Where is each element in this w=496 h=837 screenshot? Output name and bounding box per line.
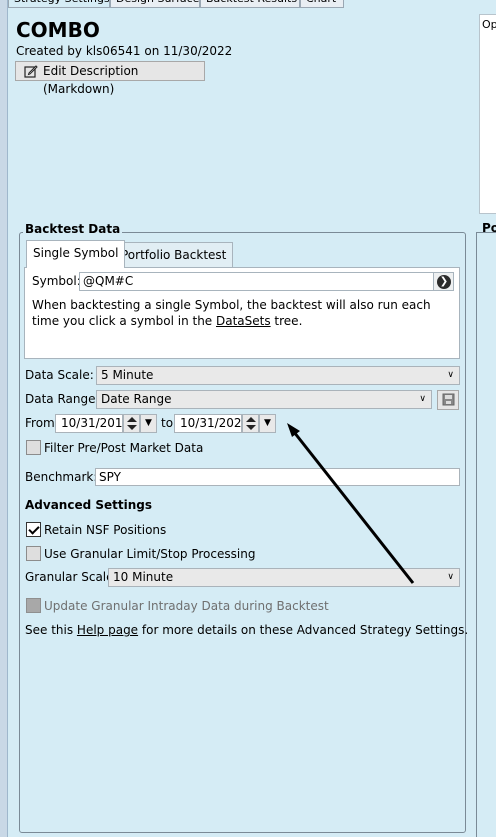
- edit-icon: [24, 65, 38, 78]
- symbol-label: Symbol:: [32, 274, 81, 288]
- description-text-end: tree.: [270, 314, 303, 328]
- edit-description-button[interactable]: Edit Description (Markdown): [15, 61, 205, 96]
- tab-portfolio-backtest[interactable]: Portfolio Backtest: [114, 242, 234, 267]
- update-intraday-checkbox[interactable]: [26, 598, 41, 613]
- to-date-spinner[interactable]: [242, 414, 259, 433]
- datasets-link[interactable]: DataSets: [216, 314, 271, 328]
- strategy-title: COMBO: [16, 18, 100, 42]
- chevron-down-icon: ∨: [447, 370, 454, 380]
- help-page-link[interactable]: Help page: [77, 623, 138, 637]
- advanced-settings-title: Advanced Settings: [25, 498, 153, 512]
- save-range-button[interactable]: [437, 390, 459, 410]
- granular-processing-checkbox[interactable]: [26, 546, 41, 561]
- from-date-dropdown[interactable]: ▼: [140, 414, 157, 433]
- data-scale-value: 5 Minute: [101, 368, 154, 382]
- tab-backtest-results[interactable]: Backtest Results: [200, 0, 300, 8]
- options-panel: Op: [479, 14, 496, 214]
- symbol-go-button[interactable]: ❯: [433, 272, 454, 291]
- from-date-input[interactable]: 10/31/2017: [55, 414, 130, 433]
- spin-down-icon: [127, 425, 137, 430]
- backtest-data-title: Backtest Data: [23, 222, 123, 236]
- spin-down-icon: [246, 425, 256, 430]
- from-label: From: [25, 416, 55, 430]
- retain-nsf-label: Retain NSF Positions: [44, 523, 167, 537]
- data-range-select[interactable]: Date Range ∨: [96, 390, 432, 409]
- update-intraday-label: Update Granular Intraday Data during Bac…: [44, 599, 329, 613]
- right-section-title: Po: [482, 221, 496, 235]
- tab-single-symbol[interactable]: Single Symbol: [26, 240, 126, 268]
- options-panel-text: Op: [482, 18, 496, 31]
- granular-scale-label: Granular Scale: [25, 570, 114, 584]
- benchmark-input[interactable]: SPY: [95, 468, 460, 486]
- data-scale-select[interactable]: 5 Minute ∨: [96, 366, 460, 385]
- benchmark-label: Benchmark:: [25, 470, 98, 484]
- filter-label: Filter Pre/Post Market Data: [44, 441, 204, 455]
- spin-up-icon: [127, 417, 137, 422]
- granular-scale-select[interactable]: 10 Minute ∨: [108, 568, 460, 587]
- symbol-input[interactable]: @QM#C: [79, 272, 434, 291]
- data-scale-label: Data Scale:: [25, 368, 94, 382]
- spin-up-icon: [246, 417, 256, 422]
- tab-design-surface[interactable]: Design Surface: [110, 0, 200, 8]
- data-range-value: Date Range: [101, 392, 172, 406]
- help-text-start: See this: [25, 623, 77, 637]
- right-section-frame: [476, 232, 496, 837]
- data-range-label: Data Range:: [25, 392, 100, 406]
- arrow-right-icon: ❯: [437, 275, 451, 289]
- chevron-down-icon: ▼: [145, 418, 152, 428]
- tab-chart[interactable]: Chart: [300, 0, 344, 8]
- chevron-down-icon: ▼: [264, 418, 271, 428]
- from-date-spinner[interactable]: [123, 414, 140, 433]
- tab-strategy-settings[interactable]: Strategy Settings: [8, 0, 110, 8]
- to-date-dropdown[interactable]: ▼: [259, 414, 276, 433]
- chevron-down-icon: ∨: [419, 394, 426, 404]
- created-by-text: Created by kls06541 on 11/30/2022: [16, 44, 233, 58]
- single-symbol-description: When backtesting a single Symbol, the ba…: [32, 297, 452, 329]
- chevron-down-icon: ∨: [447, 572, 454, 582]
- granular-scale-value: 10 Minute: [113, 570, 174, 584]
- save-icon: [442, 393, 455, 406]
- retain-nsf-checkbox[interactable]: [26, 522, 41, 537]
- help-text-end: for more details on these Advanced Strat…: [138, 623, 469, 637]
- to-label: to: [161, 416, 174, 430]
- left-edge-bar: [0, 0, 8, 837]
- help-text: See this Help page for more details on t…: [25, 623, 468, 637]
- granular-processing-label: Use Granular Limit/Stop Processing: [44, 547, 256, 561]
- filter-checkbox[interactable]: [26, 440, 41, 455]
- to-date-input[interactable]: 10/31/2027: [174, 414, 249, 433]
